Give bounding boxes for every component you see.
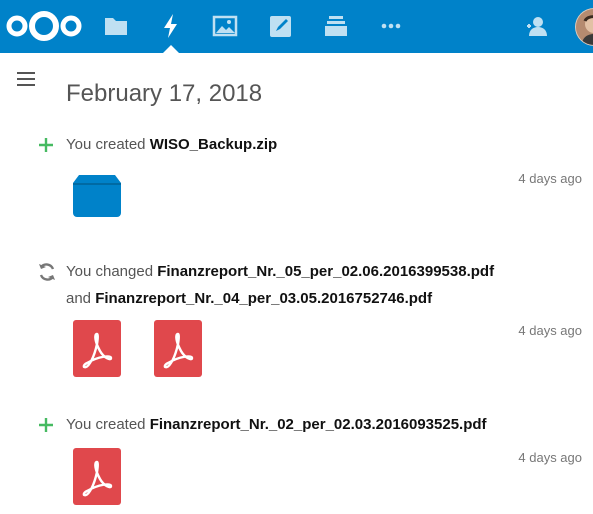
contacts-icon[interactable]: [524, 13, 550, 39]
pdf-icon[interactable]: [73, 320, 121, 381]
file-link[interactable]: Finanzreport_Nr._05_per_02.06.2016399538…: [157, 263, 494, 280]
header-bar: [0, 0, 593, 53]
nextcloud-logo-icon[interactable]: [4, 8, 84, 48]
activity-prefix: You created: [66, 136, 150, 153]
activity-text: You created Finanzreport_Nr._02_per_02.0…: [66, 411, 487, 438]
activity-timestamp: 4 days ago: [518, 171, 582, 186]
active-tab-indicator: [163, 45, 179, 53]
menu-toggle-icon[interactable]: [17, 72, 35, 88]
activity-text: You created WISO_Backup.zip: [66, 131, 277, 158]
files-folder-icon[interactable]: [103, 13, 129, 39]
more-apps-icon[interactable]: [378, 13, 404, 39]
notes-pencil-icon[interactable]: [268, 13, 294, 39]
refresh-icon: [37, 262, 55, 281]
pdf-icon[interactable]: [154, 320, 202, 381]
file-link[interactable]: WISO_Backup.zip: [150, 136, 278, 153]
plus-icon: [37, 136, 55, 154]
user-avatar[interactable]: [575, 8, 593, 46]
activity-prefix: You changed: [66, 263, 158, 280]
deck-stack-icon[interactable]: [323, 13, 349, 39]
zip-icon[interactable]: [73, 175, 121, 221]
activity-timestamp: 4 days ago: [518, 450, 582, 465]
activity-text: You changed Finanzreport_Nr._05_per_02.0…: [66, 258, 494, 312]
file-link[interactable]: Finanzreport_Nr._04_per_03.05.2016752746…: [95, 290, 432, 307]
date-heading: February 17, 2018: [66, 80, 263, 107]
activity-prefix: You created: [66, 416, 150, 433]
activity-joiner: and: [66, 290, 96, 307]
gallery-image-icon[interactable]: [212, 13, 238, 39]
plus-icon: [37, 416, 55, 434]
activity-timestamp: 4 days ago: [518, 323, 582, 338]
pdf-icon[interactable]: [73, 448, 121, 509]
activity-lightning-icon[interactable]: [158, 13, 184, 39]
file-link[interactable]: Finanzreport_Nr._02_per_02.03.2016093525…: [150, 416, 487, 433]
